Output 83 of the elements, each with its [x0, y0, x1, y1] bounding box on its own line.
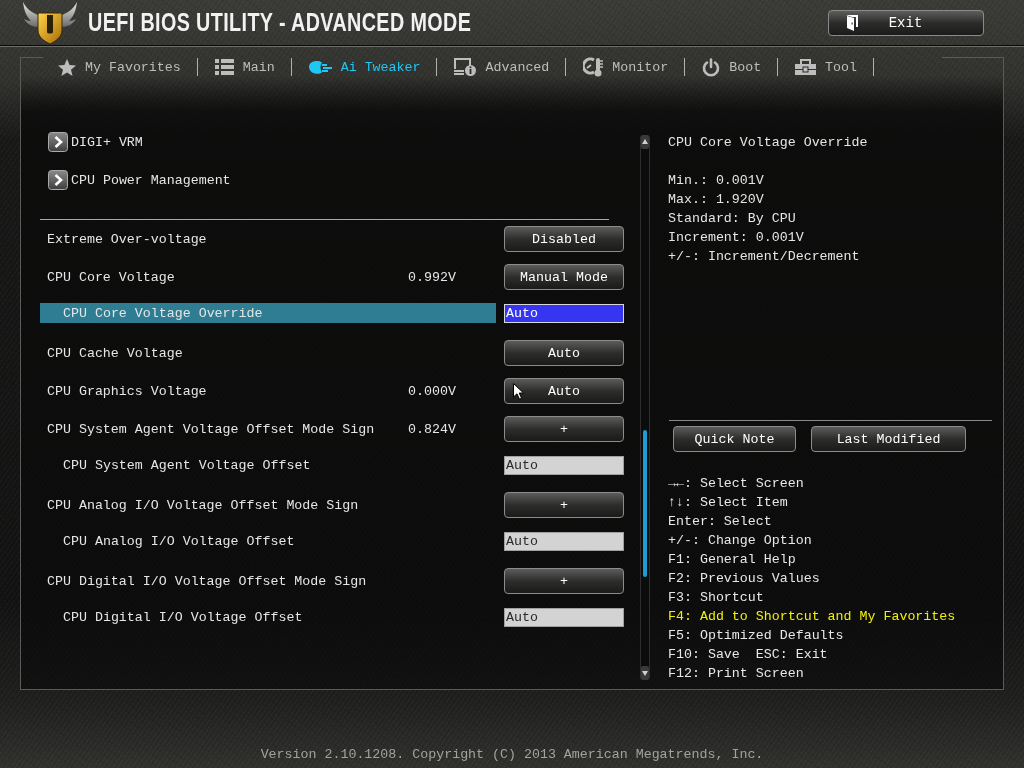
window-title: UEFI BIOS UTILITY - ADVANCED MODE [88, 7, 472, 38]
option-button[interactable]: Disabled [504, 226, 624, 252]
help-line: Max.: 1.920V [668, 191, 764, 209]
setting-label: CPU Cache Voltage [47, 345, 183, 361]
tab[interactable]: Tool [795, 57, 858, 77]
key-hint: F1: General Help [668, 551, 796, 569]
scrollbar[interactable] [640, 135, 650, 680]
winged-shield-logo [22, 1, 78, 44]
setting-item[interactable]: CPU Digital I/O Voltage Offset Mode Sign [40, 571, 496, 591]
swoosh-icon [308, 59, 332, 75]
tab[interactable]: Main [214, 57, 275, 77]
key-hint: +/-: Change Option [668, 532, 812, 550]
tab[interactable]: My Favorites [58, 57, 181, 77]
option-button[interactable]: Auto [504, 378, 624, 404]
setting-item[interactable]: CPU Analog I/O Voltage Offset Mode Sign [40, 495, 496, 515]
copyright-text: Version 2.10.1208. Copyright (C) 2013 American Megatrends, Inc. [260, 747, 764, 762]
key-hint: Enter: Select [668, 513, 772, 531]
setting-label: Extreme Over-voltage [47, 231, 207, 247]
key-hint: F2: Previous Values [668, 570, 820, 588]
chevron-right-icon [48, 132, 68, 152]
chevron-right-icon [48, 170, 68, 190]
voltage-reading: 0.992V [408, 269, 456, 285]
exit-button[interactable]: Exit [828, 9, 984, 36]
screen-info-icon [454, 58, 477, 76]
option-button[interactable]: + [504, 492, 624, 518]
scroll-down-icon[interactable] [641, 666, 649, 680]
value-field[interactable]: Auto [504, 303, 624, 323]
power-icon [702, 57, 721, 77]
setting-item[interactable]: CPU Core Voltage 0.992V [40, 267, 496, 287]
toolbox-icon [795, 59, 817, 75]
value-field[interactable]: Auto [504, 607, 624, 627]
setting-item[interactable]: CPU Core Voltage Override [40, 303, 496, 323]
help-line: Min.: 0.001V [668, 172, 764, 190]
setting-item[interactable]: CPU Cache Voltage [40, 343, 496, 363]
option-button[interactable]: + [504, 416, 624, 442]
setting-label: CPU Core Voltage [47, 269, 175, 285]
setting-item[interactable]: CPU System Agent Voltage Offset Mode Sign 0.824V [40, 419, 496, 439]
value-field[interactable]: Auto [504, 531, 624, 551]
help-line: Increment: 0.001V [668, 229, 804, 247]
setting-label: CPU System Agent Voltage Offset [63, 457, 311, 473]
help-line: +/-: Increment/Decrement [668, 248, 860, 266]
key-hint: ↑↓: Select Item [668, 494, 788, 512]
quick-note-button[interactable]: Quick Note [673, 426, 796, 452]
option-button[interactable]: Auto [504, 340, 624, 366]
key-hint: →←: Select Screen [668, 475, 804, 493]
option-button[interactable]: Manual Mode [504, 264, 624, 290]
setting-item[interactable]: CPU Analog I/O Voltage Offset [40, 531, 496, 551]
submenu-link[interactable]: CPU Power Management [48, 170, 231, 190]
key-hint: F3: Shortcut [668, 589, 764, 607]
tab[interactable]: Advanced [454, 57, 550, 77]
help-title: CPU Core Voltage Override [668, 134, 868, 152]
setting-label: CPU Core Voltage Override [63, 305, 263, 321]
tab[interactable]: Boot [702, 57, 762, 77]
door-icon [846, 14, 858, 31]
help-line: Standard: By CPU [668, 210, 796, 228]
setting-label: CPU Graphics Voltage [47, 383, 207, 399]
setting-label: CPU Digital I/O Voltage Offset [63, 609, 303, 625]
value-field[interactable]: Auto [504, 455, 624, 475]
setting-label: CPU System Agent Voltage Offset Mode Sign [47, 421, 375, 437]
setting-label: CPU Digital I/O Voltage Offset Mode Sign [47, 573, 367, 589]
gauge-thermometer-icon [583, 57, 604, 77]
key-hint: F12: Print Screen [668, 665, 804, 683]
tab[interactable]: Monitor [583, 57, 669, 77]
star-icon [58, 58, 76, 76]
scroll-up-icon[interactable] [641, 135, 649, 149]
setting-label: CPU Analog I/O Voltage Offset Mode Sign [47, 497, 359, 513]
voltage-reading: 0.824V [408, 421, 456, 437]
tab[interactable]: Ai Tweaker [308, 57, 421, 77]
list-icon [214, 59, 234, 75]
key-hint: F10: Save ESC: Exit [668, 646, 828, 664]
mouse-pointer-icon [513, 383, 524, 400]
scrollbar-thumb[interactable] [643, 430, 647, 577]
submenu-link[interactable]: DIGI+ VRM [48, 132, 143, 152]
setting-item[interactable]: CPU Graphics Voltage 0.000V [40, 381, 496, 401]
setting-item[interactable]: CPU Digital I/O Voltage Offset [40, 607, 496, 627]
setting-item[interactable]: Extreme Over-voltage [40, 229, 496, 249]
voltage-reading: 0.000V [408, 383, 456, 399]
setting-label: CPU Analog I/O Voltage Offset [63, 533, 295, 549]
last-modified-button[interactable]: Last Modified [811, 426, 966, 452]
key-hint: F5: Optimized Defaults [668, 627, 844, 645]
option-button[interactable]: + [504, 568, 624, 594]
key-hint: F4: Add to Shortcut and My Favorites [668, 608, 956, 626]
setting-item[interactable]: CPU System Agent Voltage Offset [40, 455, 496, 475]
